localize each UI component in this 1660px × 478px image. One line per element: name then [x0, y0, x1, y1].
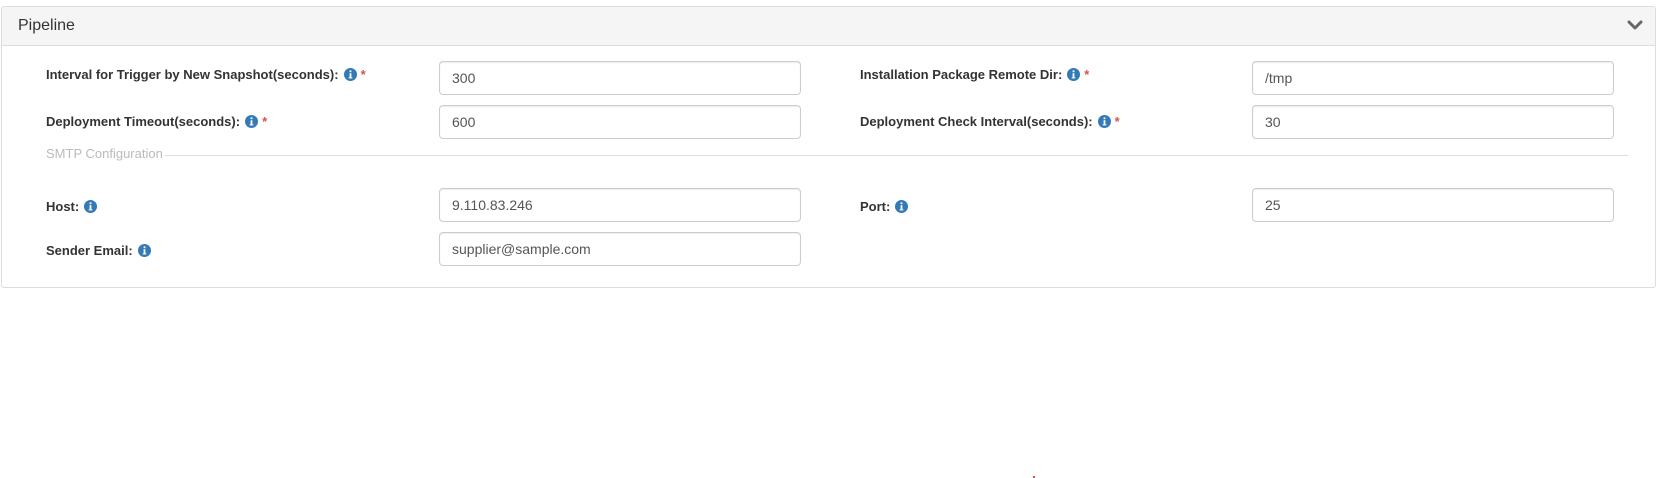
host-input[interactable]	[439, 188, 801, 222]
panel-heading[interactable]: Pipeline	[2, 7, 1655, 46]
smtp-section-legend: SMTP Configuration	[46, 146, 165, 161]
panel-title: Pipeline	[18, 17, 75, 34]
deploy-timeout-label-text: Deployment Timeout(seconds):	[46, 113, 241, 129]
port-label-text: Port:	[860, 198, 891, 214]
remote-dir-input[interactable]	[1252, 61, 1614, 95]
info-icon[interactable]	[137, 243, 151, 257]
info-icon[interactable]	[895, 199, 909, 213]
host-label-text: Host:	[46, 198, 80, 214]
info-icon[interactable]	[245, 114, 259, 128]
info-icon[interactable]	[84, 199, 98, 213]
port-input[interactable]	[1252, 188, 1614, 222]
chevron-down-icon[interactable]	[1625, 17, 1645, 35]
trigger-interval-label-text: Interval for Trigger by New Snapshot(sec…	[46, 66, 339, 82]
deploy-timeout-label: Deployment Timeout(seconds): *	[46, 112, 267, 130]
check-interval-input[interactable]	[1252, 105, 1614, 139]
info-icon[interactable]	[1067, 67, 1081, 81]
smtp-section-divider	[46, 155, 1628, 156]
sender-email-label: Sender Email:	[46, 241, 151, 259]
trigger-interval-input[interactable]	[439, 61, 801, 95]
remote-dir-label-text: Installation Package Remote Dir:	[860, 66, 1063, 82]
check-interval-label-text: Deployment Check Interval(seconds):	[860, 113, 1093, 129]
required-marker: *	[360, 66, 366, 82]
port-label: Port:	[860, 197, 909, 215]
pipeline-panel: Pipeline	[1, 6, 1656, 288]
info-icon[interactable]	[343, 67, 357, 81]
required-marker: *	[1084, 66, 1090, 82]
remote-dir-label: Installation Package Remote Dir: *	[860, 65, 1089, 83]
deploy-timeout-input[interactable]	[439, 105, 801, 139]
required-marker: *	[262, 113, 268, 129]
info-icon[interactable]	[1097, 114, 1111, 128]
sender-email-label-text: Sender Email:	[46, 242, 133, 258]
check-interval-label: Deployment Check Interval(seconds): *	[860, 112, 1120, 130]
required-marker: *	[1114, 113, 1120, 129]
host-label: Host:	[46, 197, 98, 215]
trigger-interval-label: Interval for Trigger by New Snapshot(sec…	[46, 65, 366, 83]
sender-email-input[interactable]	[439, 232, 801, 266]
